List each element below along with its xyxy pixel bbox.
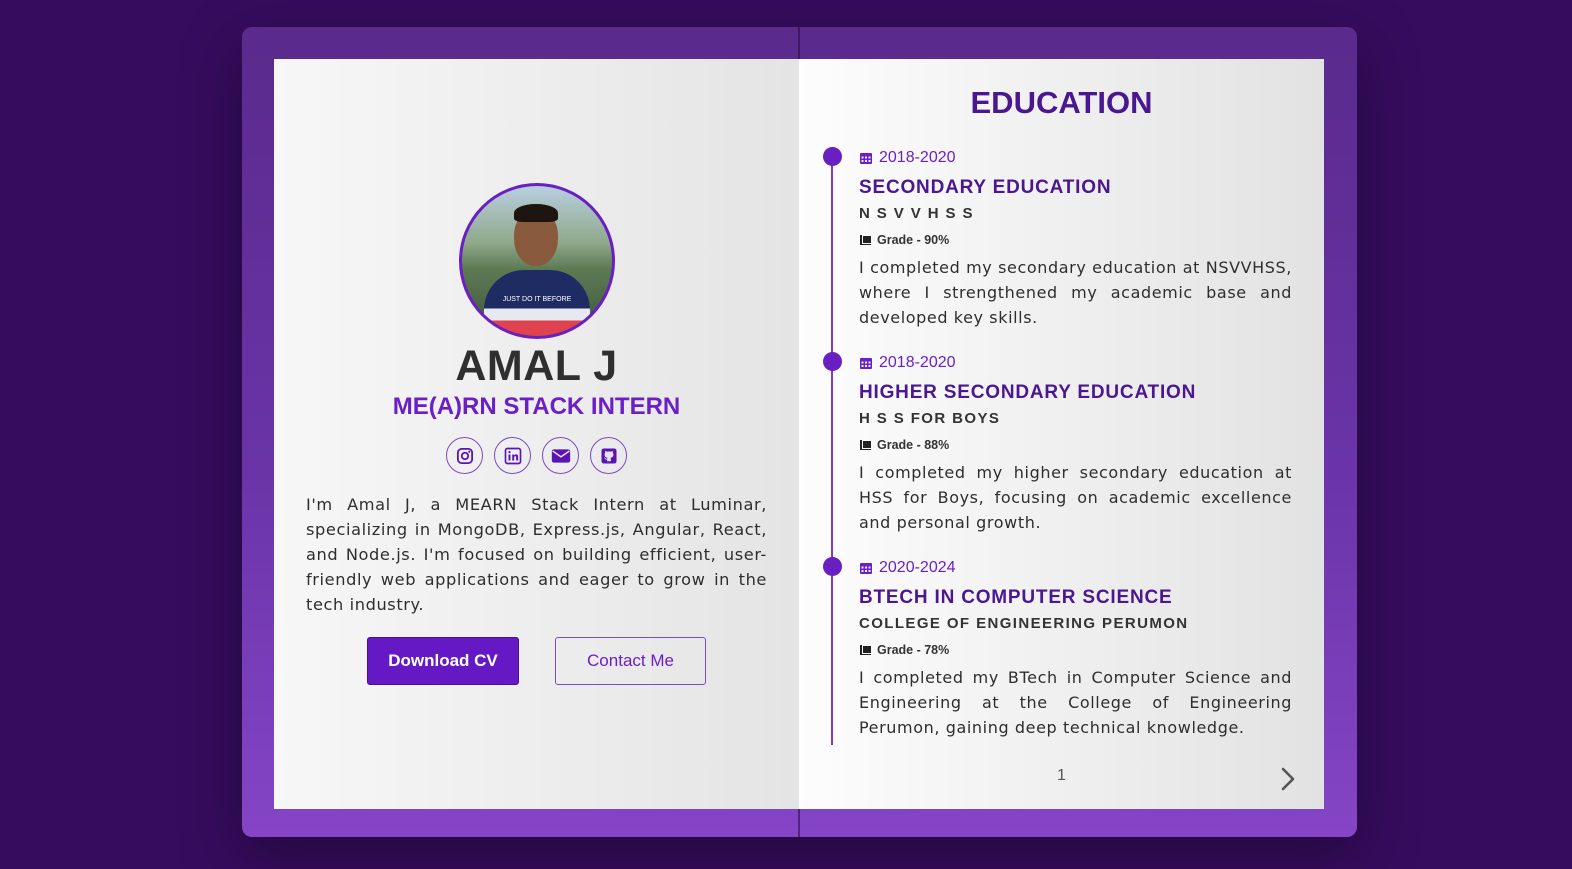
timeline-dot: [823, 352, 842, 371]
book: JUST DO IT BEFORE AMAL J ME(A)RN STACK I…: [242, 27, 1357, 837]
education-date: 2018-2020: [879, 354, 956, 371]
page-number: 1: [1057, 767, 1066, 784]
education-description: I completed my higher secondary educatio…: [859, 463, 1292, 532]
envelope-icon: [551, 448, 570, 463]
instagram-icon: [456, 447, 473, 464]
download-cv-button[interactable]: Download CV: [367, 637, 519, 685]
profile-role: ME(A)RN STACK INTERN: [392, 393, 681, 420]
email-link[interactable]: [542, 437, 579, 474]
next-page-button[interactable]: [1275, 765, 1301, 793]
education-page: EDUCATION 2018-2020 SECONDARY EDUCATION …: [799, 59, 1324, 809]
linkedin-icon: [504, 447, 521, 464]
education-description: I completed my BTech in Computer Science…: [859, 668, 1292, 737]
github-icon: [601, 448, 616, 463]
education-grade: Grade - 90%: [877, 233, 950, 247]
calendar-icon: [860, 153, 872, 164]
education-school: N S V V H S S: [859, 205, 974, 222]
instagram-link[interactable]: [446, 437, 483, 474]
timeline-dot: [823, 557, 842, 576]
education-school: COLLEGE OF ENGINEERING PERUMON: [859, 615, 1189, 632]
timeline-line: [831, 155, 833, 745]
profile-page: JUST DO IT BEFORE AMAL J ME(A)RN STACK I…: [274, 59, 799, 809]
social-links: [274, 437, 799, 474]
education-school: H S S FOR BOYS: [859, 410, 1001, 427]
timeline-dot: [823, 147, 842, 166]
grade-icon: [860, 235, 871, 245]
education-degree: BTECH IN COMPUTER SCIENCE: [859, 587, 1173, 608]
education-title: EDUCATION: [970, 85, 1153, 120]
contact-me-button[interactable]: Contact Me: [555, 637, 706, 685]
avatar-shirt-text: JUST DO IT BEFORE: [502, 296, 572, 303]
grade-icon: [860, 645, 871, 655]
linkedin-link[interactable]: [494, 437, 531, 474]
grade-icon: [860, 440, 871, 450]
profile-name: AMAL J: [455, 342, 618, 390]
calendar-icon: [860, 358, 872, 369]
education-degree: HIGHER SECONDARY EDUCATION: [859, 382, 1197, 403]
chevron-right-icon: [1281, 767, 1295, 791]
education-date: 2020-2024: [879, 559, 956, 576]
education-description: I completed my secondary education at NS…: [859, 258, 1292, 327]
avatar: JUST DO IT BEFORE: [459, 183, 615, 339]
education-grade: Grade - 88%: [877, 438, 950, 452]
education-degree: SECONDARY EDUCATION: [859, 177, 1112, 198]
calendar-icon: [860, 563, 872, 574]
profile-bio: I'm Amal J, a MEARN Stack Intern at Lumi…: [306, 495, 767, 614]
education-grade: Grade - 78%: [877, 643, 950, 657]
github-link[interactable]: [590, 437, 627, 474]
education-date: 2018-2020: [879, 149, 956, 166]
